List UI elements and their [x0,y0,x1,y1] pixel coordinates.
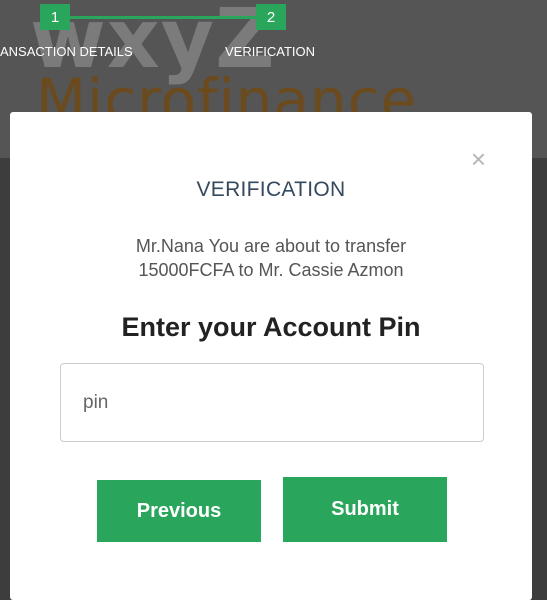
step-2-badge: 2 [256,4,286,30]
transfer-message: Mr.Nana You are about to transfer 15000F… [10,234,532,282]
modal-title: VERIFICATION [196,178,346,201]
step-1-label: ANSACTION DETAILS [0,44,133,59]
submit-button[interactable]: Submit [283,477,447,542]
transfer-message-line-1: Mr.Nana You are about to transfer [135,236,407,256]
step-1-badge: 1 [40,4,70,30]
step-2-label: VERIFICATION [225,44,316,59]
verification-modal: × VERIFICATION Mr.Nana You are about to … [10,112,532,600]
close-icon[interactable]: × [471,146,486,172]
pin-input[interactable] [60,363,484,442]
pin-heading: Enter your Account Pin [121,312,421,342]
previous-button[interactable]: Previous [97,480,261,542]
stepper-progress-line [60,16,272,19]
transfer-message-line-2: 15000FCFA to Mr. Cassie Azmon [138,260,404,280]
